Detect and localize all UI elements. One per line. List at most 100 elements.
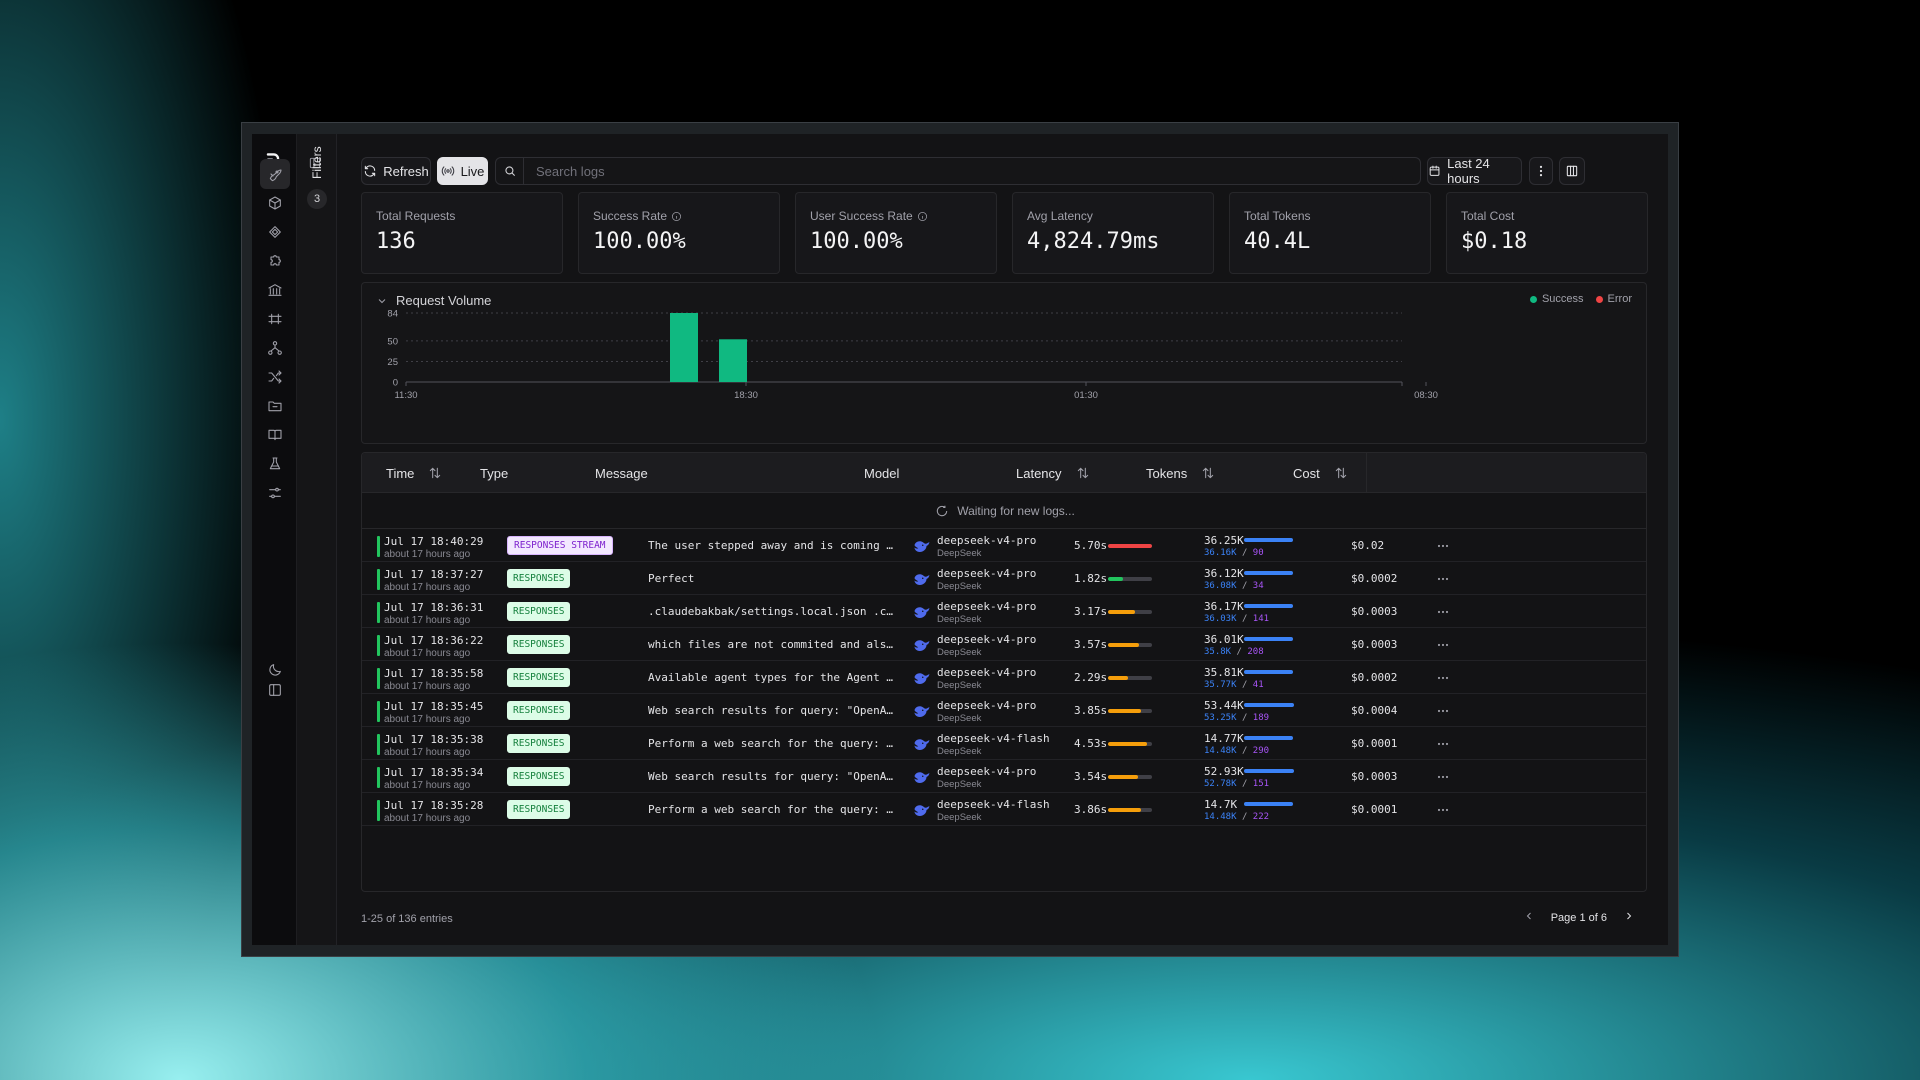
row-actions-button[interactable] xyxy=(1435,670,1451,686)
column-tokens[interactable]: Tokens xyxy=(1146,453,1215,493)
sort-icon[interactable] xyxy=(428,466,442,480)
row-time: Jul 17 18:35:45 xyxy=(384,700,484,713)
y-tick-label: 84 xyxy=(387,309,398,320)
tokens-bar-fill xyxy=(1244,670,1293,674)
stat-value: 4,824.79ms xyxy=(1027,229,1160,254)
row-time-ago: about 17 hours ago xyxy=(384,582,471,593)
nav-experiments-icon[interactable] xyxy=(260,449,290,479)
chart-header[interactable]: Request Volume xyxy=(376,293,491,308)
row-model: deepseek-v4-pro xyxy=(937,600,1037,613)
row-actions-button[interactable] xyxy=(1435,571,1451,587)
type-badge: RESPONSES STREAM xyxy=(507,536,613,555)
column-cost[interactable]: Cost xyxy=(1293,453,1348,493)
info-icon[interactable] xyxy=(671,211,682,222)
nav-routing-icon[interactable] xyxy=(260,304,290,334)
nav-folder-icon[interactable] xyxy=(260,391,290,421)
latency-bar-fill xyxy=(1108,676,1128,680)
route-icon xyxy=(268,313,282,325)
latency-bar xyxy=(1108,676,1152,680)
table-header: Time Type Message Model Latency Tokens C… xyxy=(362,453,1646,493)
shuffle-icon xyxy=(268,370,282,384)
stat-total-cost: Total Cost $0.18 xyxy=(1446,192,1648,274)
deepseek-whale-icon xyxy=(913,604,931,620)
row-actions-button[interactable] xyxy=(1435,637,1451,653)
stat-label: Total Tokens xyxy=(1244,209,1311,223)
sort-icon[interactable] xyxy=(1201,466,1215,480)
table-row[interactable]: Jul 17 18:35:34 about 17 hours ago RESPONS… xyxy=(362,760,1646,793)
deepseek-whale-icon xyxy=(913,670,931,686)
live-button[interactable]: Live xyxy=(437,157,488,185)
nav-billing-icon[interactable] xyxy=(260,275,290,305)
table-row[interactable]: Jul 17 18:36:31 about 17 hours ago RESPONS… xyxy=(362,595,1646,628)
info-icon[interactable] xyxy=(917,211,928,222)
row-cost: $0.0002 xyxy=(1351,572,1398,585)
next-page-button[interactable] xyxy=(1623,910,1635,925)
row-actions-button[interactable] xyxy=(1435,769,1451,785)
column-latency[interactable]: Latency xyxy=(1016,453,1090,493)
stat-label: Total Requests xyxy=(376,209,455,223)
nav-logs-icon[interactable] xyxy=(260,159,290,189)
row-actions-button[interactable] xyxy=(1435,802,1451,818)
folder-icon xyxy=(268,401,282,412)
nav-network-icon[interactable] xyxy=(260,333,290,363)
row-latency: 3.85s xyxy=(1074,704,1108,717)
nav-settings-icon[interactable] xyxy=(260,478,290,508)
chart-plot: 0 25 50 84 11:30 18:30 01:30 08:30 xyxy=(387,309,1437,402)
columns-button[interactable] xyxy=(1559,157,1585,185)
row-actions-button[interactable] xyxy=(1435,538,1451,554)
table-row[interactable]: Jul 17 18:35:58 about 17 hours ago RESPONS… xyxy=(362,661,1646,694)
table-row[interactable]: Jul 17 18:37:27 about 17 hours ago RESPONS… xyxy=(362,562,1646,595)
column-time[interactable]: Time xyxy=(386,453,442,493)
table-row[interactable]: Jul 17 18:35:38 about 17 hours ago RESPONS… xyxy=(362,727,1646,760)
type-badge: RESPONSES xyxy=(507,734,571,753)
row-message: Perform a web search for the query: Open… xyxy=(648,737,896,750)
y-tick-label: 25 xyxy=(387,357,398,368)
row-message: Web search results for query: "OpenAI la… xyxy=(648,704,896,717)
sort-icon[interactable] xyxy=(1334,466,1348,480)
latency-bar-fill xyxy=(1108,775,1139,779)
refresh-icon xyxy=(365,165,376,177)
search-input[interactable] xyxy=(536,158,1396,184)
row-actions-button[interactable] xyxy=(1435,736,1451,752)
table-row[interactable]: Jul 17 18:36:22 about 17 hours ago RESPONS… xyxy=(362,628,1646,661)
table-row[interactable]: Jul 17 18:35:28 about 17 hours ago RESPONS… xyxy=(362,793,1646,826)
row-actions-button[interactable] xyxy=(1435,703,1451,719)
volume-bar xyxy=(719,339,747,382)
row-time: Jul 17 18:36:31 xyxy=(384,601,484,614)
x-tick-label: 18:30 xyxy=(734,390,758,401)
deepseek-whale-icon xyxy=(913,769,931,785)
row-time: Jul 17 18:37:27 xyxy=(384,568,484,581)
table-row[interactable]: Jul 17 18:35:45 about 17 hours ago RESPONS… xyxy=(362,694,1646,727)
more-options-button[interactable] xyxy=(1529,157,1553,185)
row-cost: $0.0004 xyxy=(1351,704,1398,717)
row-model: deepseek-v4-pro xyxy=(937,534,1037,547)
status-indicator xyxy=(377,569,380,590)
row-tokens-breakdown: 14.48K / 222 xyxy=(1204,812,1270,822)
status-indicator xyxy=(377,767,380,788)
refresh-button[interactable]: Refresh xyxy=(361,157,431,185)
search-icon-box[interactable] xyxy=(496,158,524,184)
filters-count-badge: 3 xyxy=(307,189,327,209)
tokens-bar xyxy=(1244,604,1294,608)
filters-label[interactable]: Filters xyxy=(310,146,324,179)
nav-shuffle-icon[interactable] xyxy=(260,362,290,392)
date-range-button[interactable]: Last 24 hours xyxy=(1427,156,1522,186)
row-actions-button[interactable] xyxy=(1435,604,1451,620)
nav-identity-icon[interactable] xyxy=(260,217,290,247)
deepseek-whale-icon xyxy=(913,736,931,752)
sort-icon[interactable] xyxy=(1076,466,1090,480)
nav-docs-icon[interactable] xyxy=(260,420,290,450)
type-badge: RESPONSES xyxy=(507,668,571,687)
nav-models-icon[interactable] xyxy=(260,188,290,218)
row-model: deepseek-v4-pro xyxy=(937,699,1037,712)
latency-bar xyxy=(1108,610,1152,614)
row-provider: DeepSeek xyxy=(937,581,982,592)
row-provider: DeepSeek xyxy=(937,548,982,559)
chevron-right-icon xyxy=(1627,912,1632,920)
rocket-icon xyxy=(269,169,282,182)
table-row[interactable]: Jul 17 18:40:29 about 17 hours ago RESPONS… xyxy=(362,529,1646,562)
nav-plugins-icon[interactable] xyxy=(260,246,290,276)
sidebar-collapse[interactable] xyxy=(260,675,290,705)
chevron-down-icon xyxy=(378,298,386,303)
prev-page-button[interactable] xyxy=(1523,910,1535,925)
